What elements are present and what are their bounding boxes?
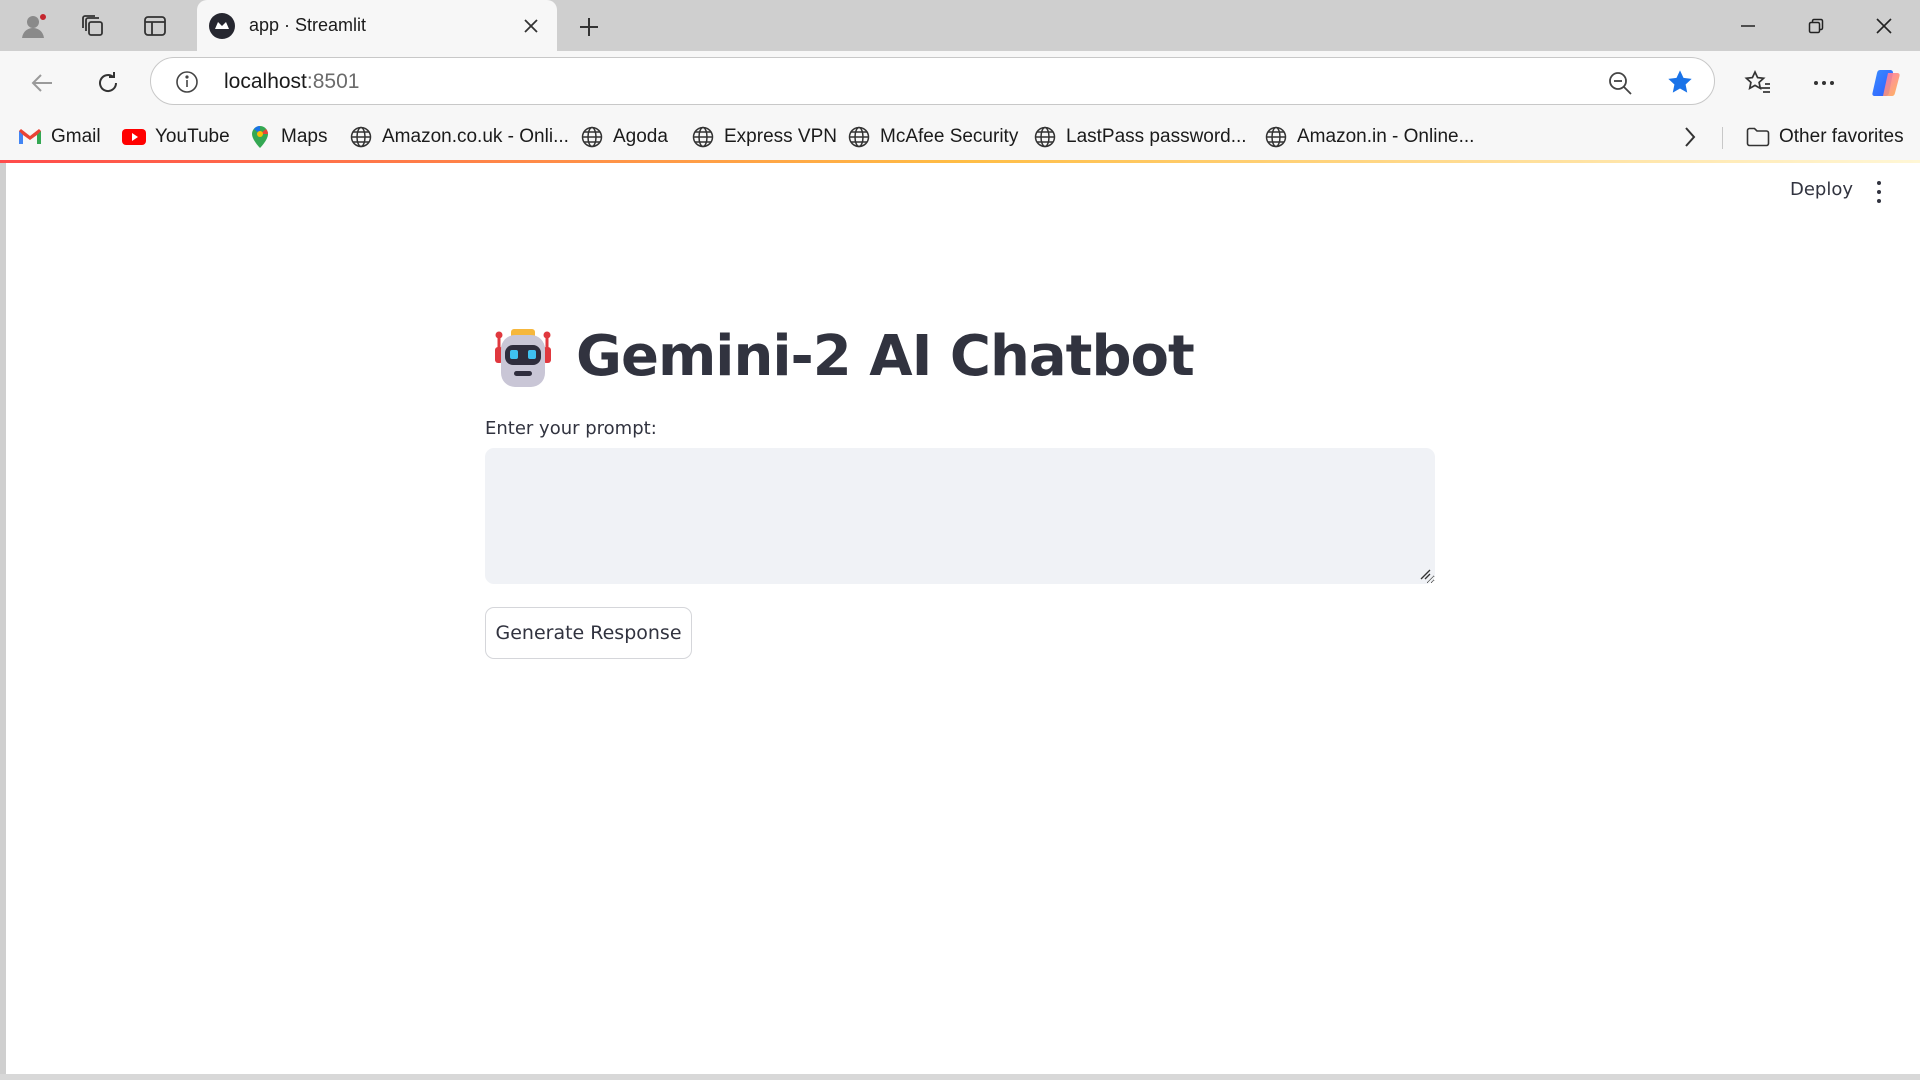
bookmark-label: Agoda xyxy=(613,126,668,147)
deploy-button[interactable]: Deploy xyxy=(1790,179,1853,200)
workspaces-icon[interactable] xyxy=(76,9,110,43)
bookmark-agoda[interactable]: Agoda xyxy=(580,123,668,151)
notification-dot xyxy=(38,12,48,22)
back-arrow-icon[interactable] xyxy=(22,63,62,103)
new-tab-icon[interactable] xyxy=(572,10,606,44)
bookmarks-divider xyxy=(1722,127,1723,149)
bookmark-label: Express VPN xyxy=(724,126,837,147)
bookmark-label: Maps xyxy=(281,126,328,147)
globe-icon xyxy=(580,125,604,149)
bookmark-gmail[interactable]: Gmail xyxy=(18,123,101,151)
bookmark-amazon-uk[interactable]: Amazon.co.uk - Onli... xyxy=(349,123,569,151)
minimize-icon[interactable] xyxy=(1714,0,1782,51)
favorite-star-icon[interactable] xyxy=(1666,68,1694,96)
main-menu-icon[interactable] xyxy=(1874,181,1884,203)
globe-icon xyxy=(349,125,373,149)
page-title-text: Gemini-2 AI Chatbot xyxy=(576,323,1195,389)
bookmarks-bar: Gmail YouTube Maps Amazon.co.uk - Onli..… xyxy=(0,113,1920,161)
url-host: localhost xyxy=(224,70,307,93)
bookmark-label: Other favorites xyxy=(1779,126,1904,147)
tab-active[interactable]: app · Streamlit xyxy=(197,0,557,51)
bookmark-mcafee[interactable]: McAfee Security xyxy=(847,123,1018,151)
gmail-icon xyxy=(18,125,42,149)
youtube-icon xyxy=(122,125,146,149)
address-bar[interactable]: localhost:8501 xyxy=(150,57,1715,105)
robot-icon xyxy=(495,329,551,387)
bookmark-maps[interactable]: Maps xyxy=(248,123,327,151)
bookmark-label: McAfee Security xyxy=(880,126,1019,147)
app-page: Deploy Gemini-2 AI Chatbot Enter your pr… xyxy=(6,163,1920,1074)
reload-icon[interactable] xyxy=(88,63,128,103)
site-info-icon[interactable] xyxy=(175,70,199,94)
globe-icon xyxy=(1033,125,1057,149)
bookmark-label: Amazon.in - Online... xyxy=(1297,126,1475,147)
vertical-tabs-icon[interactable] xyxy=(138,9,172,43)
streamlit-favicon-icon xyxy=(209,12,235,39)
globe-icon xyxy=(691,125,715,149)
bookmark-label: YouTube xyxy=(155,126,230,147)
globe-icon xyxy=(847,125,871,149)
bookmark-youtube[interactable]: YouTube xyxy=(122,123,230,151)
bookmark-other-favorites[interactable]: Other favorites xyxy=(1746,123,1904,151)
prompt-input[interactable] xyxy=(485,448,1435,584)
bookmark-label: Amazon.co.uk - Onli... xyxy=(382,126,569,147)
address-row: localhost:8501 xyxy=(0,51,1920,113)
bookmark-lastpass[interactable]: LastPass password... xyxy=(1033,123,1247,151)
window-close-icon[interactable] xyxy=(1850,0,1918,51)
bookmark-label: Gmail xyxy=(51,126,101,147)
browser-titlebar: app · Streamlit xyxy=(0,0,1920,51)
bookmark-label: LastPass password... xyxy=(1066,126,1247,147)
maps-icon xyxy=(248,125,272,149)
window-bottom-border xyxy=(0,1074,1920,1080)
url-port: :8501 xyxy=(306,70,360,93)
resize-handle-icon[interactable] xyxy=(1419,568,1431,580)
folder-icon xyxy=(1746,125,1770,149)
profile-avatar-icon[interactable] xyxy=(16,9,50,43)
page-title: Gemini-2 AI Chatbot xyxy=(490,323,1195,389)
prompt-label: Enter your prompt: xyxy=(485,418,657,439)
tab-close-icon[interactable] xyxy=(519,14,543,38)
tab-title: app · Streamlit xyxy=(249,15,367,35)
copilot-icon[interactable] xyxy=(1866,63,1906,103)
url-text[interactable]: localhost:8501 xyxy=(224,70,359,94)
chevron-right-icon[interactable] xyxy=(1676,123,1704,151)
favorites-icon[interactable] xyxy=(1738,63,1778,103)
bookmark-expressvpn[interactable]: Express VPN xyxy=(691,123,837,151)
generate-response-button[interactable]: Generate Response xyxy=(485,607,692,659)
more-options-icon[interactable] xyxy=(1804,63,1844,103)
restore-icon[interactable] xyxy=(1782,0,1850,51)
globe-icon xyxy=(1264,125,1288,149)
bookmark-amazon-in[interactable]: Amazon.in - Online... xyxy=(1264,123,1474,151)
zoom-out-icon[interactable] xyxy=(1607,70,1633,96)
